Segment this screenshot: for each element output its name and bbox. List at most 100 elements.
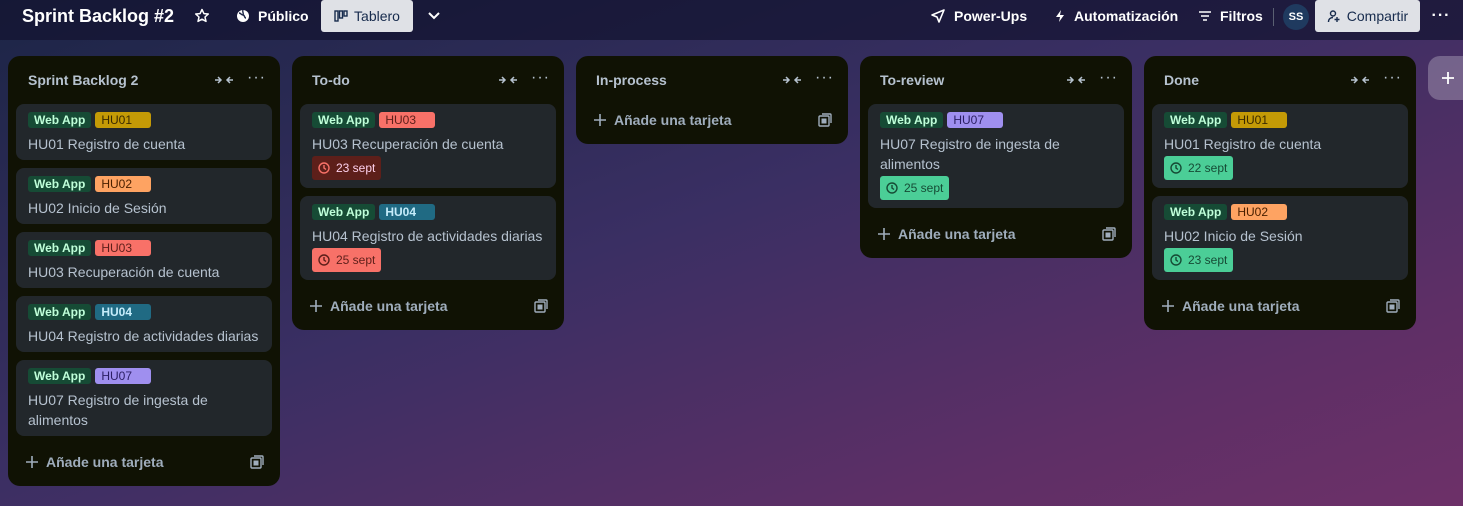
list-menu-icon[interactable]: ··· [1099, 69, 1118, 87]
add-card-button[interactable]: Añade una tarjeta [868, 218, 1124, 250]
list-header: To-review ··· [860, 56, 1132, 104]
clock-icon [318, 254, 330, 266]
template-icon[interactable] [250, 455, 264, 469]
list-header: Done ··· [1144, 56, 1416, 104]
list-title[interactable]: Done [1164, 72, 1199, 88]
avatar-initials: SS [1288, 11, 1304, 23]
card-title: HU03 Recuperación de cuenta [312, 136, 504, 152]
board-view-tab[interactable]: Tablero [321, 0, 413, 32]
label-hu07: HU07 [95, 368, 152, 384]
card[interactable]: Web App HU03 HU03 Recuperación de cuenta [16, 232, 272, 288]
due-date-badge[interactable]: 25 sept [312, 248, 382, 272]
collapse-icon[interactable] [1350, 73, 1370, 87]
card-title: HU07 Registro de ingesta de alimentos [28, 392, 208, 428]
clock-icon [1170, 254, 1182, 266]
card[interactable]: Web App HU01 HU01 Registro de cuenta [16, 104, 272, 160]
star-icon[interactable] [192, 0, 212, 32]
list-title[interactable]: To-review [880, 72, 944, 88]
due-date-badge[interactable]: 22 sept [1164, 156, 1234, 180]
share-label: Compartir [1346, 8, 1409, 24]
collapse-icon[interactable] [782, 73, 802, 87]
add-card-label: Añade una tarjeta [46, 454, 164, 470]
label-hu01: HU01 [1231, 112, 1288, 128]
label-web-app: Web App [28, 240, 92, 256]
add-list-button[interactable] [1428, 56, 1463, 100]
collapse-icon[interactable] [498, 73, 518, 87]
power-ups-button[interactable]: Power-Ups [930, 0, 1027, 32]
card-title: HU01 Registro de cuenta [28, 136, 186, 152]
due-date-badge[interactable]: 23 sept [312, 156, 382, 180]
list-done: Done ··· Web App HU01 HU01 Registro de cu… [1144, 56, 1416, 330]
plus-icon [310, 300, 322, 312]
board-title[interactable]: Sprint Backlog #2 [22, 0, 174, 32]
automation-button[interactable]: Automatización [1054, 0, 1178, 32]
card-title: HU01 Registro de cuenta [1164, 136, 1322, 152]
chevron-down-icon[interactable] [424, 0, 444, 32]
card-title: HU07 Registro de ingesta de alimentos [880, 136, 1060, 172]
list-header: In-process ··· [576, 56, 848, 104]
add-card-button[interactable]: Añade una tarjeta [300, 290, 556, 322]
due-date-badge[interactable]: 23 sept [1164, 248, 1234, 272]
list-title[interactable]: Sprint Backlog 2 [28, 72, 138, 88]
more-menu-icon[interactable]: ··· [1430, 0, 1452, 32]
label-web-app: Web App [312, 112, 376, 128]
filters-button[interactable]: Filtros [1198, 0, 1263, 32]
list-to-review: To-review ··· Web App HU07 HU07 Registro … [860, 56, 1132, 258]
card-title: HU04 Registro de actividades diarias [312, 228, 543, 244]
due-date: 23 sept [1188, 253, 1228, 267]
card[interactable]: Web App HU03 HU03 Recuperación de cuenta … [300, 104, 556, 188]
template-icon[interactable] [534, 299, 548, 313]
visibility-label: Público [258, 8, 309, 24]
card[interactable]: Web App HU02 HU02 Inicio de Sesión 23 sep… [1152, 196, 1408, 280]
due-date-badge[interactable]: 25 sept [880, 176, 950, 200]
label-hu04: HU04 [379, 204, 436, 220]
template-icon[interactable] [818, 113, 832, 127]
add-card-button[interactable]: Añade una tarjeta [1152, 290, 1408, 322]
card[interactable]: Web App HU01 HU01 Registro de cuenta 22 s… [1152, 104, 1408, 188]
list-title[interactable]: In-process [596, 72, 667, 88]
add-card-label: Añade una tarjeta [1182, 298, 1300, 314]
add-card-button[interactable]: Añade una tarjeta [584, 104, 840, 136]
card-title: HU02 Inicio de Sesión [28, 200, 167, 216]
label-hu03: HU03 [95, 240, 152, 256]
list-header: To-do ··· [292, 56, 564, 104]
label-web-app: Web App [28, 176, 92, 192]
card[interactable]: Web App HU04 HU04 Registro de actividades… [300, 196, 556, 280]
list-menu-icon[interactable]: ··· [247, 69, 266, 87]
label-web-app: Web App [1164, 204, 1228, 220]
card[interactable]: Web App HU02 HU02 Inicio de Sesión [16, 168, 272, 224]
automation-label: Automatización [1074, 8, 1179, 24]
add-card-button[interactable]: Añade una tarjeta [16, 446, 272, 478]
list-menu-icon[interactable]: ··· [815, 69, 834, 87]
list-menu-icon[interactable]: ··· [531, 69, 550, 87]
label-hu01: HU01 [95, 112, 152, 128]
collapse-icon[interactable] [1066, 73, 1086, 87]
visibility-button[interactable]: Público [236, 0, 309, 32]
clock-icon [318, 162, 330, 174]
header-divider [1273, 8, 1274, 26]
list-sprint-backlog-2: Sprint Backlog 2 ··· Web App HU01 HU01 Re… [8, 56, 280, 486]
list-title[interactable]: To-do [312, 72, 350, 88]
label-web-app: Web App [28, 368, 92, 384]
template-icon[interactable] [1386, 299, 1400, 313]
card[interactable]: Web App HU04 HU04 Registro de actividades… [16, 296, 272, 352]
label-web-app: Web App [1164, 112, 1228, 128]
card-title: HU03 Recuperación de cuenta [28, 264, 220, 280]
collapse-icon[interactable] [214, 73, 234, 87]
label-hu02: HU02 [1231, 204, 1288, 220]
plus-icon [878, 228, 890, 240]
clock-icon [1170, 162, 1182, 174]
board-header: Sprint Backlog #2 Público Tablero Power-… [0, 0, 1463, 40]
template-icon[interactable] [1102, 227, 1116, 241]
card[interactable]: Web App HU07 HU07 Registro de ingesta de … [16, 360, 272, 436]
clock-icon [886, 182, 898, 194]
lightning-icon [1056, 10, 1064, 22]
share-button[interactable]: Compartir [1315, 0, 1420, 32]
list-header: Sprint Backlog 2 ··· [8, 56, 280, 104]
list-menu-icon[interactable]: ··· [1383, 69, 1402, 87]
avatar[interactable]: SS [1283, 4, 1309, 30]
plus-icon [1162, 300, 1174, 312]
globe-icon [237, 9, 249, 22]
add-card-label: Añade una tarjeta [330, 298, 448, 314]
card[interactable]: Web App HU07 HU07 Registro de ingesta de … [868, 104, 1124, 208]
